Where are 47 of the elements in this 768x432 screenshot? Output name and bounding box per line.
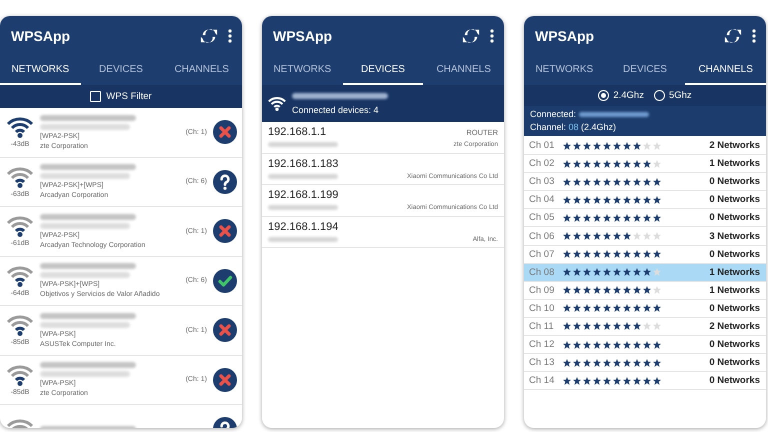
network-count: 0 Networks	[709, 302, 760, 314]
channel-name: Ch 03	[529, 176, 556, 188]
channel-name: Ch 04	[529, 194, 556, 206]
app-title: WPSApp	[535, 28, 596, 44]
channel-name: Ch 08	[529, 266, 556, 278]
network-count: 0 Networks	[709, 339, 760, 350]
network-count: 3 Networks	[709, 230, 760, 242]
connected-label: Connected:	[530, 109, 576, 119]
app-title: WPSApp	[273, 28, 334, 44]
channel-name: Ch 06	[529, 230, 556, 242]
tab[interactable]: CHANNELS	[423, 55, 504, 85]
channel-name: Ch 05	[529, 212, 556, 224]
channel-name: Ch 10	[529, 302, 556, 314]
connected-count: Connected devices: 4	[292, 104, 380, 114]
channel-name: Ch 13	[529, 357, 556, 368]
tab[interactable]: DEVICES	[80, 55, 162, 85]
channel-name: Ch 02	[529, 158, 556, 170]
tab[interactable]: DEVICES	[604, 55, 686, 85]
network-count: 0 Networks	[709, 176, 760, 188]
network-count: 1 Networks	[709, 158, 760, 170]
network-count: 0 Networks	[709, 248, 760, 260]
channel-name: Ch 11	[529, 320, 555, 332]
network-count: 0 Networks	[709, 194, 760, 206]
network-count: 1 Networks	[709, 266, 760, 278]
channel-name: Ch 09	[529, 284, 556, 296]
channel-name: Ch 12	[529, 339, 556, 350]
channel-info: Channel: 08 (2.4Ghz)	[530, 122, 618, 132]
network-count: 0 Networks	[709, 212, 760, 224]
ip-address: 192.168.1.183	[268, 158, 340, 170]
network-count: 0 Networks	[709, 375, 760, 386]
checkbox-label: WPS Filter	[106, 91, 152, 102]
ip-address: 192.168.1.199	[268, 189, 340, 202]
network-count: 1 Networks	[709, 284, 760, 296]
ip-address: 192.168.1.1	[268, 126, 328, 138]
tab[interactable]: NETWORKS	[524, 55, 605, 85]
tab[interactable]: NETWORKS	[262, 55, 343, 85]
app-title: WPSApp	[11, 28, 72, 44]
network-count: 2 Networks	[709, 140, 760, 152]
network-count: 2 Networks	[709, 320, 760, 332]
ip-address: 192.168.1.194	[268, 220, 340, 233]
tab[interactable]: CHANNELS	[161, 55, 242, 85]
radio-label: 5Ghz	[668, 90, 692, 101]
channel-name: Ch 14	[529, 375, 556, 386]
channel-name: Ch 07	[529, 248, 556, 260]
radio-label: 2.4Ghz	[613, 90, 644, 101]
network-count: 0 Networks	[709, 357, 760, 368]
channel-name: Ch 01	[529, 140, 556, 152]
